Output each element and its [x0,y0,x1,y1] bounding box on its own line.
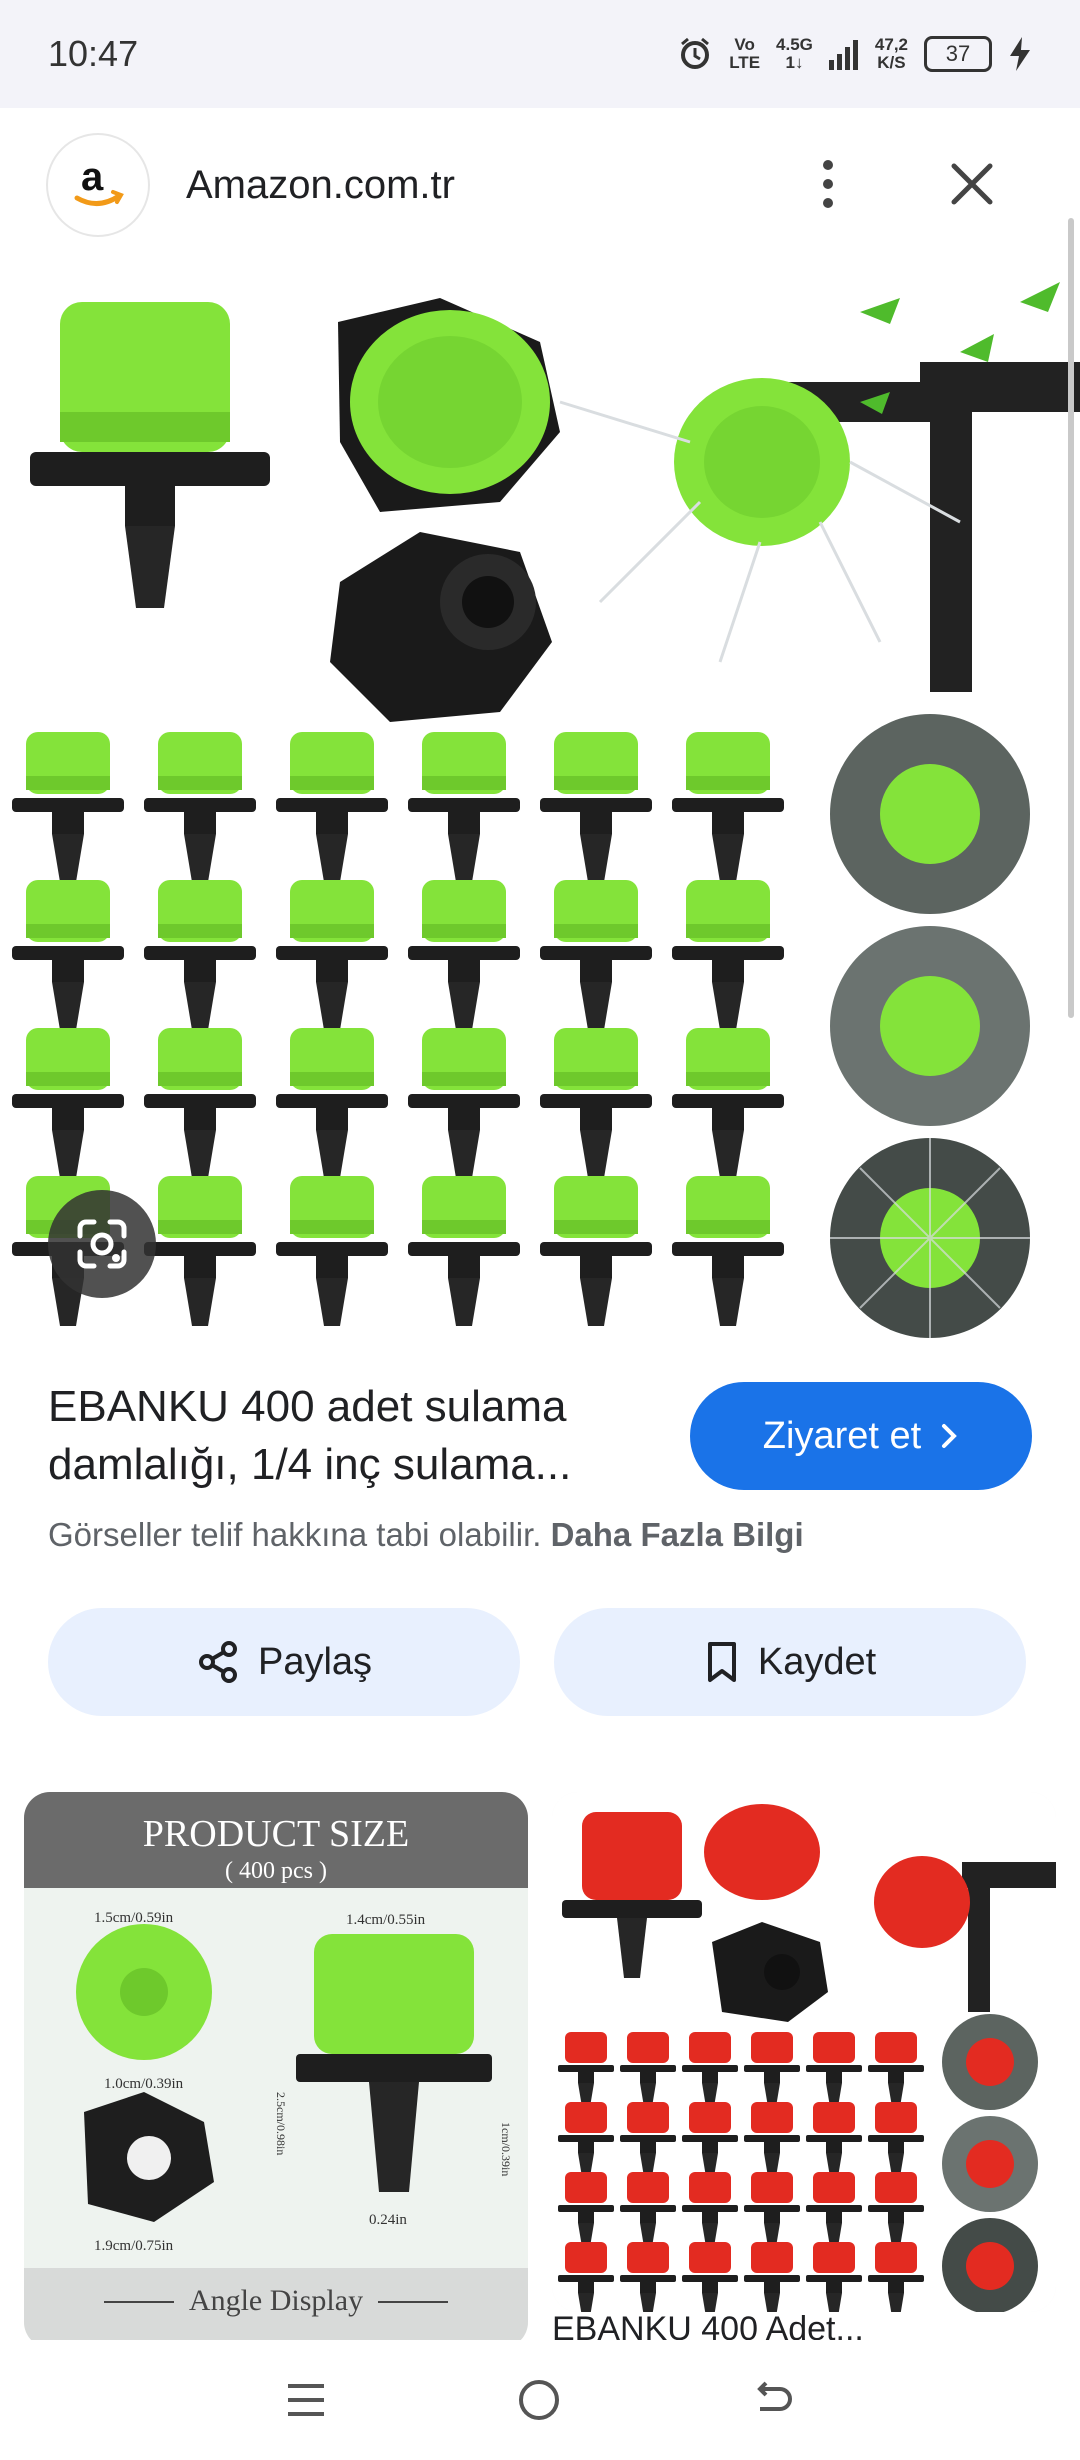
product-size-graphic: PRODUCT SIZE ( 400 pcs ) 1.5cm/0.59in 1.… [24,1792,528,2340]
save-button[interactable]: Kaydet [554,1608,1026,1716]
copyright-notice: Görseller telif hakkına tabi olabilir. D… [48,1516,804,1553]
svg-text:1cm/0.39in: 1cm/0.39in [499,2122,513,2176]
lens-icon [77,1219,127,1269]
svg-text:1.4cm/0.55in: 1.4cm/0.55in [346,1912,426,1928]
svg-text:2.5cm/0.98in: 2.5cm/0.98in [274,2092,288,2155]
svg-text:1.5cm/0.59in: 1.5cm/0.59in [94,1910,174,1926]
amazon-logo-icon: a [74,155,124,206]
chevron-right-icon [942,1424,958,1448]
close-button[interactable] [944,156,1000,212]
share-button[interactable]: Paylaş [48,1608,520,1716]
signal-icon [828,40,858,70]
visit-button-label: Ziyaret et [762,1414,922,1457]
charging-icon [1010,37,1030,71]
bookmark-icon [707,1642,736,1682]
dripper-base [330,532,552,722]
pipe-sprayer [559,282,1080,692]
status-bar: 10:47 Vo LTE 4.5G 1↓ 47,2 K/S 37 [0,0,1080,108]
status-icons: Vo LTE 4.5G 1↓ 47,2 K/S 37 [677,36,1032,72]
learn-more-link[interactable]: Daha Fazla Bilgi [551,1516,804,1553]
related-image-card-1[interactable]: PRODUCT SIZE ( 400 pcs ) 1.5cm/0.59in 1.… [24,1792,528,2340]
net-speed: 47,2 K/S [874,35,908,72]
detail-circles [830,714,1030,1338]
svg-text:( 400 pcs ): ( 400 pcs ) [225,1858,327,1884]
svg-text:Angle Display: Angle Display [189,2284,363,2317]
alarm-icon [681,37,710,69]
source-header: a Amazon.com.tr [0,108,1080,262]
source-site-name: Amazon.com.tr [186,162,455,207]
system-nav-bar [0,2340,1080,2460]
product-title[interactable]: EBANKU 400 adet sulama damlalığı, 1/4 in… [48,1378,648,1494]
related-card-2-title[interactable]: EBANKU 400 Adet... [552,2310,864,2340]
volte-indicator: Vo LTE [729,35,761,72]
scrollbar[interactable] [1068,218,1074,1018]
google-lens-button[interactable] [48,1190,156,1298]
back-button[interactable] [750,2377,796,2423]
product-size-heading: PRODUCT SIZE [143,1813,409,1855]
status-time: 10:47 [48,33,139,74]
more-options-icon [823,160,833,170]
svg-text:0.24in: 0.24in [369,2212,407,2228]
large-dripper [30,302,270,608]
amazon-logo: a [48,135,148,235]
more-options-button[interactable] [808,154,848,214]
share-icon [198,1641,237,1683]
dripper-cap-top [338,298,560,512]
recent-apps-button[interactable] [284,2378,328,2422]
home-button[interactable] [516,2377,562,2423]
svg-text:1.0cm/0.39in: 1.0cm/0.39in [104,2076,184,2092]
image-preview-sheet: a Amazon.com.tr EBANKU 400 adet sulama d… [0,108,1080,2340]
battery-indicator: 37 [924,36,992,72]
svg-text:1.9cm/0.75in: 1.9cm/0.75in [94,2238,174,2254]
save-label: Kaydet [757,1640,877,1683]
network-type: 4.5G 1↓ [776,35,813,72]
product-image-graphic [12,282,1080,1338]
visit-button[interactable]: Ziyaret et [690,1382,1032,1490]
svg-text:a: a [81,155,104,199]
related-image-card-2[interactable] [552,1792,1056,2312]
product-image[interactable] [0,262,1080,1348]
red-dripper-graphic [552,1792,1056,2312]
share-label: Paylaş [257,1640,373,1683]
